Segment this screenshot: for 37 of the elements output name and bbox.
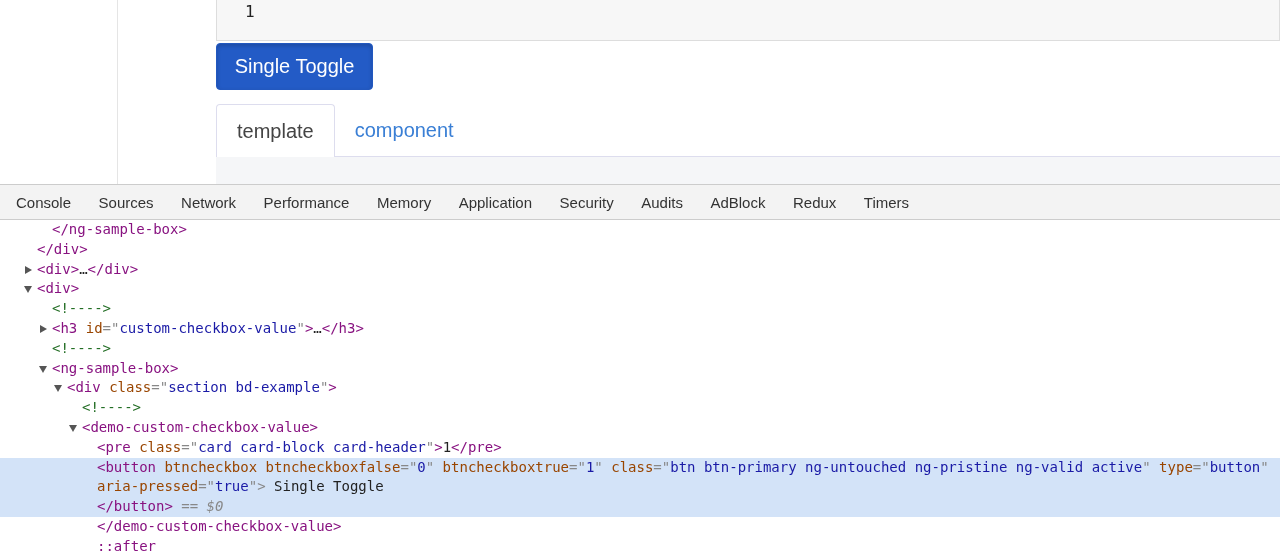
devtools-tab[interactable]: Audits <box>629 185 695 219</box>
code-line: <div> <box>37 280 80 297</box>
devtools-tab[interactable]: Network <box>169 185 249 219</box>
code-line: </button> == $0 <box>97 498 224 515</box>
code-line: <!----> <box>82 399 141 416</box>
disclosure-triangle-icon[interactable] <box>40 325 47 333</box>
selected-row-highlight[interactable]: <button btncheckbox btncheckboxfalse="0" btncheckboxtrue="1" class="btn btn-primary ng-untouched ng-pristine ng-valid active" type="button" aria-pressed="true"> Single Toggle </button> == $0 <box>0 457 1280 517</box>
devtools-tab[interactable]: Performance <box>251 185 362 219</box>
disclosure-triangle-icon[interactable] <box>24 286 32 294</box>
devtools-tab[interactable]: Timers <box>851 185 922 219</box>
devtools-tab[interactable]: AdBlock <box>698 185 778 219</box>
code-line: <button btncheckbox btncheckboxfalse="0" btncheckboxtrue="1" class="btn btn-primary ng-untouched ng-pristine ng-valid active" type="button" aria-pressed="true"> Single Toggle <box>97 458 1269 495</box>
code-line: <ng-sample-box> <box>52 359 179 376</box>
disclosure-triangle-icon[interactable] <box>69 424 77 432</box>
devtools-tab[interactable]: Console <box>4 185 84 219</box>
tab[interactable]: template <box>216 104 335 157</box>
code-line: <!----> <box>52 300 111 317</box>
code-line: <div class="section bd-example"> <box>67 379 337 396</box>
devtools-tab[interactable]: Security <box>547 185 626 219</box>
disclosure-triangle-icon[interactable] <box>54 385 62 393</box>
disclosure-triangle-icon[interactable] <box>39 365 47 373</box>
devtools-tab[interactable]: Application <box>446 185 545 219</box>
code-line: <h3 id="custom-checkbox-value">…</h3> <box>52 320 364 336</box>
toggle-button[interactable]: Single Toggle <box>216 43 373 90</box>
devtools-tab[interactable]: Memory <box>364 185 444 219</box>
code-line: </ng-sample-box> <box>52 221 187 237</box>
code-line: </div> <box>37 240 88 257</box>
disclosure-triangle-icon[interactable] <box>25 265 32 274</box>
devtools-tab[interactable]: Sources <box>86 185 166 219</box>
code-line: <pre class="card card-block card-header">1</pre> <box>97 438 502 455</box>
output-value: 1 <box>245 2 255 21</box>
code-line: <div>…</div> <box>37 260 139 277</box>
code-line: </demo-custom-checkbox-value> <box>97 517 342 534</box>
code-line: <demo-custom-checkbox-value> <box>82 418 318 435</box>
code-line: ::after <box>97 537 156 554</box>
devtools-tab[interactable]: Redux <box>780 185 849 219</box>
code-line: <!----> <box>52 339 111 356</box>
